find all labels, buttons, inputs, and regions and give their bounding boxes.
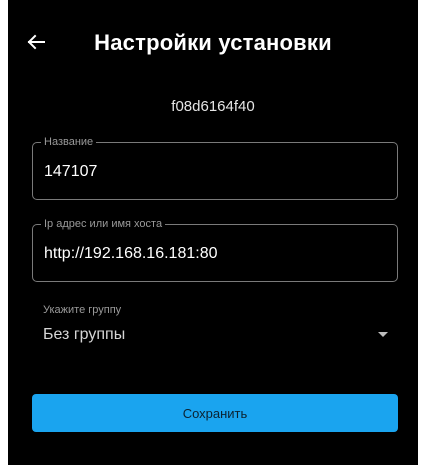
host-field-value[interactable]: http://192.168.16.181:80	[44, 245, 217, 263]
caret-down-icon[interactable]	[378, 332, 388, 337]
group-select-value[interactable]: Без группы	[43, 326, 125, 344]
save-button[interactable]: Сохранить	[32, 394, 398, 432]
host-field-label: Ip адрес или имя хоста	[41, 218, 166, 231]
settings-screen: Настройки установки f08d6164f40 Название…	[8, 0, 418, 465]
name-field-label: Название	[41, 136, 97, 149]
name-field-value[interactable]: 147107	[44, 163, 97, 181]
group-select[interactable]: Укажите группу Без группы	[32, 300, 398, 358]
group-select-label: Укажите группу	[43, 304, 122, 316]
name-field[interactable]: Название 147107	[32, 136, 398, 200]
device-id: f08d6164f40	[171, 98, 255, 115]
page-title: Настройки установки	[94, 30, 332, 55]
host-field[interactable]: Ip адрес или имя хоста http://192.168.16…	[32, 218, 398, 282]
